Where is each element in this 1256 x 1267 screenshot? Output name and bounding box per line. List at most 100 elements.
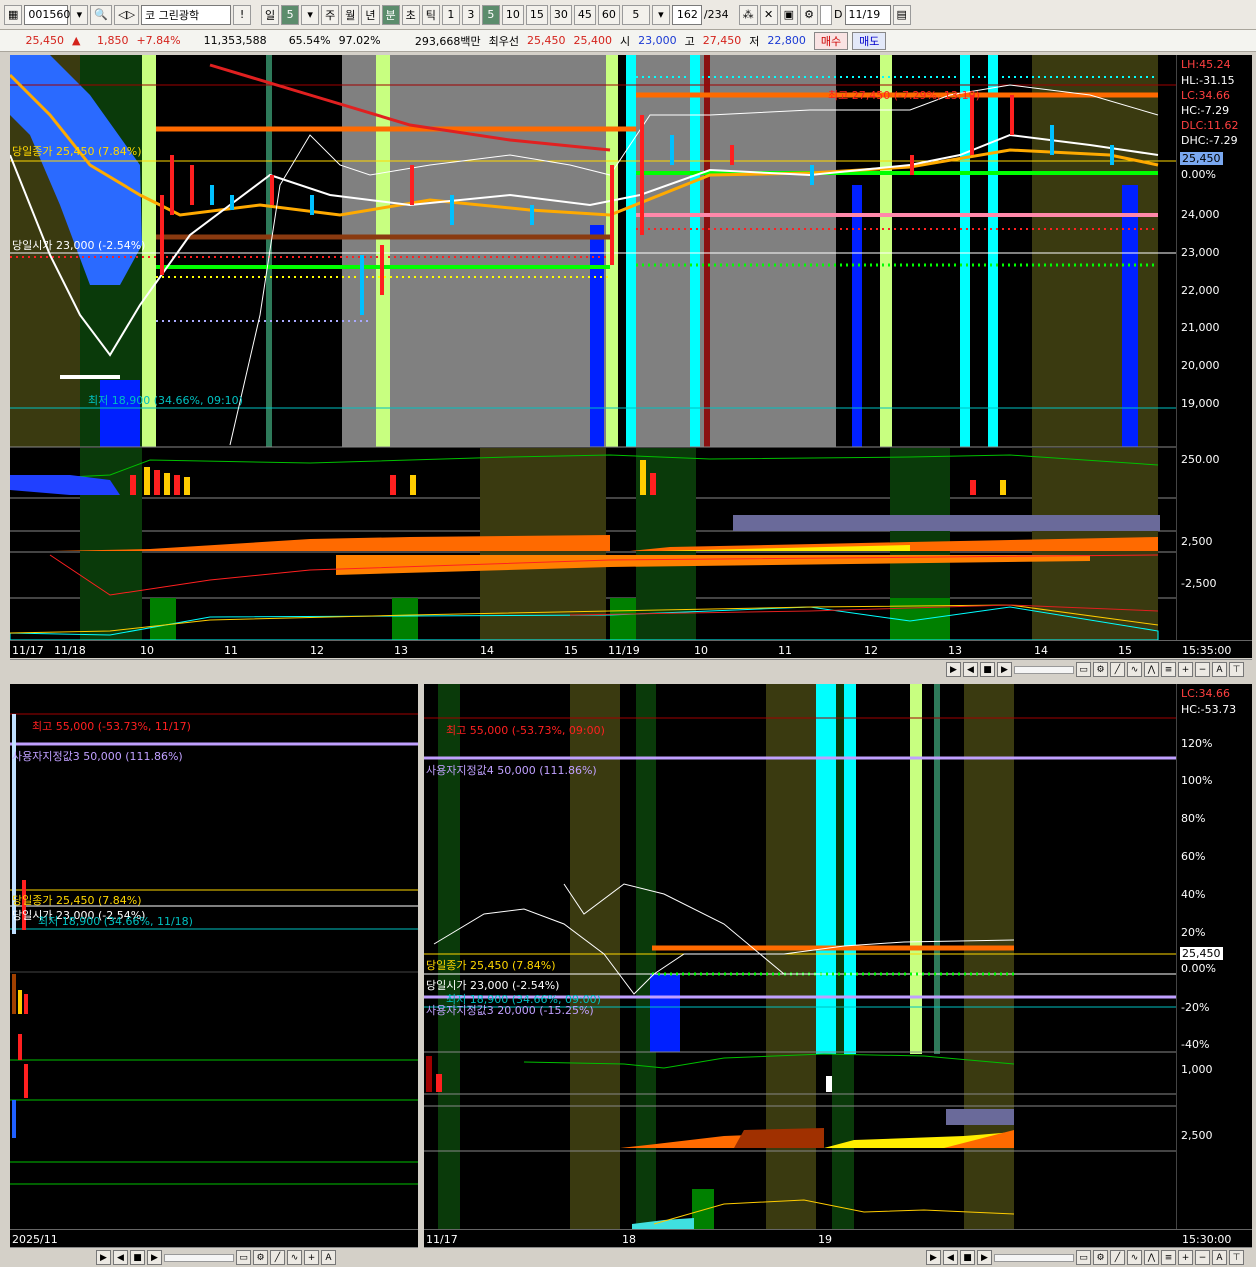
stock-name-field[interactable]: 코 그린광학 xyxy=(141,4,232,25)
stock-code-input[interactable]: 001560 xyxy=(24,4,70,25)
draw-zigzag-icon[interactable]: ⋀ xyxy=(1144,1250,1159,1265)
left-chart-pane[interactable]: 최고 55,000 (-53.73%, 11/17) 사용자지정값3 50,00… xyxy=(10,684,418,1229)
zoom-in-icon[interactable]: + xyxy=(1178,1250,1193,1265)
pane-splitter[interactable] xyxy=(418,684,424,1267)
percent-tick: -20% xyxy=(1181,1001,1210,1014)
interval-45-button[interactable]: 45 xyxy=(573,4,596,25)
date-label: 14 xyxy=(480,644,494,657)
interval-15-button[interactable]: 15 xyxy=(525,4,548,25)
hts-chart-window: { "toolbar": { "code": "001560", "stock_… xyxy=(0,0,1256,1267)
sell-button[interactable]: 매도 xyxy=(852,31,887,50)
period-second-button[interactable]: 초 xyxy=(401,4,420,25)
layout-icon[interactable]: ▭ xyxy=(1076,662,1091,677)
layout-icon[interactable]: ▭ xyxy=(236,1250,251,1265)
draw-wave-icon[interactable]: ∿ xyxy=(287,1250,302,1265)
period-day-count[interactable]: 5 xyxy=(281,4,300,25)
draw-line-icon[interactable]: ╱ xyxy=(270,1250,285,1265)
pin-icon[interactable]: ⊤ xyxy=(1229,662,1244,677)
draw-zigzag-icon[interactable]: ⋀ xyxy=(1144,662,1159,677)
change-arrow: ▲ xyxy=(72,34,81,47)
date-label: 15 xyxy=(1118,644,1132,657)
price-tick: 22,000 xyxy=(1181,284,1220,297)
gear-icon[interactable]: ⚙ xyxy=(800,4,819,25)
date-label: 11 xyxy=(224,644,238,657)
dropdown-icon[interactable]: ▾ xyxy=(70,4,89,25)
zoom-slider[interactable] xyxy=(164,1253,234,1262)
period-tick-button[interactable]: 틱 xyxy=(421,4,440,25)
right-scrollbar[interactable]: ▶ ◀ ■ ▶ ▭ ⚙ ╱ ∿ ⋀ ≡ + − A ⊤ xyxy=(424,1247,1252,1267)
stop-icon[interactable]: ■ xyxy=(130,1250,145,1265)
date-input[interactable]: 11/19 xyxy=(844,4,891,25)
prev-next-icon[interactable]: ◁▷ xyxy=(114,4,140,25)
zoom-in-icon[interactable]: + xyxy=(304,1250,319,1265)
tools-icon[interactable]: ⚙ xyxy=(1093,662,1108,677)
text-icon[interactable]: A xyxy=(1212,662,1227,677)
period-minute-button[interactable]: 분 xyxy=(381,4,400,25)
right-chart-pane[interactable]: 최고 55,000 (-53.73%, 09:00) 사용자지정값4 50,00… xyxy=(424,684,1176,1229)
grid-icon[interactable]: ▦ xyxy=(4,4,23,25)
draw-wave-icon[interactable]: ∿ xyxy=(1127,1250,1142,1265)
dropdown-icon[interactable]: ▾ xyxy=(651,4,670,25)
scroll-left-icon[interactable]: ◀ xyxy=(963,662,978,677)
tools-icon[interactable]: ⚙ xyxy=(253,1250,268,1265)
alert-button[interactable]: ! xyxy=(233,4,252,25)
zoom-out-icon[interactable]: − xyxy=(1195,1250,1210,1265)
zoom-slider[interactable] xyxy=(1014,665,1074,674)
interval-60-button[interactable]: 60 xyxy=(597,4,620,25)
left-scrollbar[interactable]: ▶ ◀ ■ ▶ ▭ ⚙ ╱ ∿ + A xyxy=(10,1247,418,1267)
ask-price: 25,450 xyxy=(526,34,566,47)
save-icon[interactable]: ▣ xyxy=(779,4,799,25)
interval-10-button[interactable]: 10 xyxy=(501,4,524,25)
date-label: 12 xyxy=(864,644,878,657)
draw-line-icon[interactable]: ╱ xyxy=(1110,662,1125,677)
search-icon[interactable]: 🔍 xyxy=(90,4,113,25)
pin-icon[interactable]: ⊤ xyxy=(1229,1250,1244,1265)
period-year-button[interactable]: 년 xyxy=(361,4,380,25)
stop-icon[interactable]: ■ xyxy=(980,662,995,677)
main-chart-pane[interactable]: 당일종가 25,450 (7.84%) 당일시가 23,000 (-2.54%)… xyxy=(10,55,1176,640)
layout-icon[interactable]: ▭ xyxy=(1076,1250,1091,1265)
zoom-slider[interactable] xyxy=(994,1253,1074,1262)
draw-fib-icon[interactable]: ≡ xyxy=(1161,1250,1176,1265)
interval-1-button[interactable]: 1 xyxy=(441,4,460,25)
scroll-right-icon[interactable]: ▶ xyxy=(926,1250,941,1265)
scroll-right-icon[interactable]: ▶ xyxy=(946,662,961,677)
count-field[interactable]: 162 xyxy=(671,4,702,25)
price-tick: 20,000 xyxy=(1181,359,1220,372)
scroll-left-icon[interactable]: ◀ xyxy=(943,1250,958,1265)
user-value3-annotation: 사용자지정값3 50,000 (111.86%) xyxy=(12,750,183,763)
zoom-in-icon[interactable]: + xyxy=(1178,662,1193,677)
date-checkbox[interactable] xyxy=(820,4,833,25)
play-icon[interactable]: ▶ xyxy=(997,662,1012,677)
interval-custom-field[interactable]: 5 xyxy=(621,4,650,25)
zoom-out-icon[interactable]: − xyxy=(1195,662,1210,677)
stock-name: 그린광학 xyxy=(158,8,200,22)
scroll-right-icon[interactable]: ▶ xyxy=(96,1250,111,1265)
draw-wave-icon[interactable]: ∿ xyxy=(1127,662,1142,677)
scroll-left-icon[interactable]: ◀ xyxy=(113,1250,128,1265)
date-label: 10 xyxy=(694,644,708,657)
play-icon[interactable]: ▶ xyxy=(147,1250,162,1265)
period-week-button[interactable]: 주 xyxy=(321,4,340,25)
period-day-button[interactable]: 일 xyxy=(261,4,280,25)
period-month-button[interactable]: 월 xyxy=(341,4,360,25)
crosshair-icon[interactable]: ✕ xyxy=(759,4,778,25)
draw-fib-icon[interactable]: ≡ xyxy=(1161,662,1176,677)
volume-tick: 250.00 xyxy=(1181,453,1220,466)
main-scrollbar[interactable]: ▶ ◀ ■ ▶ ▭ ⚙ ╱ ∿ ⋀ ≡ + − A ⊤ xyxy=(10,659,1252,679)
interval-5-button[interactable]: 5 xyxy=(481,4,500,25)
link-icon[interactable]: ⁂ xyxy=(738,4,758,25)
percent-tick: -40% xyxy=(1181,1038,1210,1051)
date-label: 13 xyxy=(394,644,408,657)
text-icon[interactable]: A xyxy=(321,1250,336,1265)
dropdown-icon[interactable]: ▾ xyxy=(301,4,320,25)
tools-icon[interactable]: ⚙ xyxy=(1093,1250,1108,1265)
play-icon[interactable]: ▶ xyxy=(977,1250,992,1265)
interval-3-button[interactable]: 3 xyxy=(461,4,480,25)
interval-30-button[interactable]: 30 xyxy=(549,4,572,25)
stop-icon[interactable]: ■ xyxy=(960,1250,975,1265)
text-icon[interactable]: A xyxy=(1212,1250,1227,1265)
calendar-icon[interactable]: ▤ xyxy=(892,4,911,25)
buy-button[interactable]: 매수 xyxy=(813,31,849,50)
draw-line-icon[interactable]: ╱ xyxy=(1110,1250,1125,1265)
